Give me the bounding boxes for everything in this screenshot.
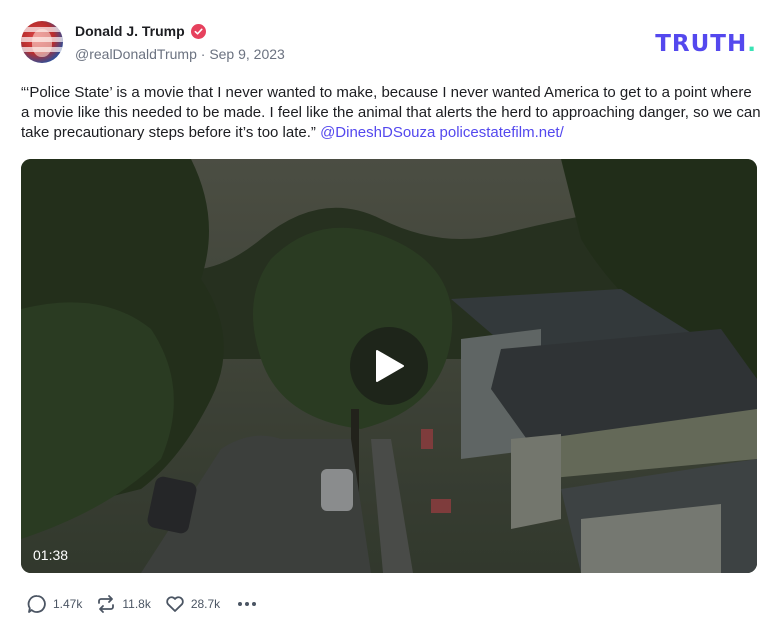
post-header: Donald J. Trump @realDonaldTrump · Sep 9… [21,21,757,65]
author-handle[interactable]: @realDonaldTrump [75,46,197,62]
reply-button[interactable]: 1.47k [27,594,82,614]
retruth-count: 11.8k [122,597,151,611]
logo-dot: . [747,31,757,57]
handle-separator: · [196,46,210,62]
like-count: 28.7k [190,597,221,611]
reply-count: 1.47k [53,597,83,611]
mention-link[interactable]: @DineshDSouza [320,124,435,141]
logo-text: TRUTH [655,31,748,57]
verified-badge-icon [190,23,206,39]
play-button[interactable] [350,327,428,405]
more-options-icon[interactable] [238,602,257,606]
video-player[interactable]: 01:38 [21,159,757,573]
retruth-button[interactable]: 11.8k [96,594,151,614]
comment-icon [27,595,46,613]
action-bar: 1.47k 11.8k 28.7k [27,594,257,614]
author-name[interactable]: Donald J. Trump [75,23,185,39]
post-body: “‘Police State’ is a movie that I never … [21,83,761,143]
heart-icon [166,596,184,612]
truth-logo[interactable]: TRUTH. [655,31,757,57]
like-button[interactable]: 28.7k [165,594,220,614]
external-link[interactable]: policestatefilm.net/ [440,124,564,141]
video-duration: 01:38 [33,547,69,563]
avatar[interactable] [21,21,63,63]
post-date[interactable]: Sep 9, 2023 [209,46,285,62]
author-line: Donald J. Trump [75,23,206,39]
retruth-icon [98,595,115,613]
play-icon [376,350,404,382]
handle-and-date: @realDonaldTrump · Sep 9, 2023 [75,46,285,62]
